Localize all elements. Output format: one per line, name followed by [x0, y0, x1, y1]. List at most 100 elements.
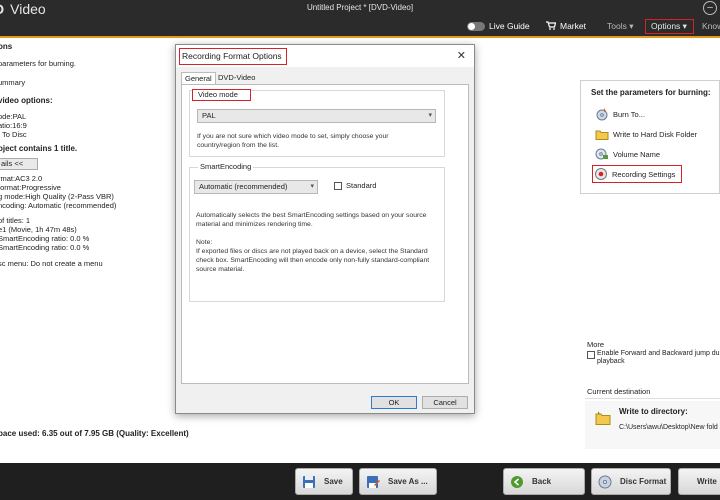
minimize-icon[interactable]: – — [703, 1, 717, 15]
video-mode-group: Video mode PAL ▾ If you are not sure whi… — [189, 89, 445, 157]
enable-jump-checkbox[interactable] — [587, 351, 595, 359]
summary-line: g mode:High Quality (2-Pass VBR) — [0, 192, 114, 201]
burn-to-link[interactable]: Burn To... — [595, 107, 645, 121]
video-mode-hint: If you are not sure which video mode to … — [197, 132, 389, 150]
burn-options-panel: Set the parameters for burning: Burn To.… — [575, 70, 720, 463]
save-icon — [302, 475, 316, 489]
save-as-button[interactable]: Save As ... — [359, 468, 437, 495]
general-tab-panel: Video mode PAL ▾ If you are not sure whi… — [181, 84, 469, 384]
current-destination-label: Current destination — [587, 387, 651, 396]
disc-icon — [598, 475, 612, 489]
summary-line: format:Progressive — [0, 183, 61, 192]
folder-icon — [595, 127, 609, 141]
note-label: Note: — [196, 239, 213, 246]
space-used-text: pace used: 6.35 out of 7.95 GB (Quality:… — [0, 429, 189, 438]
summary-line: of titles: 1 — [0, 216, 31, 225]
video-mode-legend: Video mode — [192, 89, 251, 101]
bottom-toolbar: Save Save As ... Back Disc Format Write — [0, 463, 720, 500]
project-title: Untitled Project * [DVD-Video] — [306, 3, 414, 12]
smart-encoding-description: Automatically selects the best SmartEnco… — [196, 211, 426, 229]
toggle-icon — [467, 21, 485, 31]
burn-parameters-box: Set the parameters for burning: Burn To.… — [580, 80, 720, 194]
back-label: Back — [532, 477, 552, 486]
disc-label-icon — [595, 147, 609, 161]
live-guide-label: Live Guide — [489, 21, 530, 31]
directory-path: C:\Users\awu\Desktop\New fold — [619, 424, 718, 431]
disc-format-button[interactable]: Disc Format — [591, 468, 671, 495]
volume-name-link[interactable]: Volume Name — [595, 147, 660, 161]
summary-line: rmat:AC3 2.0 — [0, 174, 43, 183]
summary-line: e1 (Movie, 1h 47m 48s) — [0, 225, 77, 234]
destination-divider — [585, 398, 720, 399]
standard-label: Standard — [346, 181, 377, 190]
summary-line: ode:PAL — [0, 112, 27, 121]
back-arrow-icon — [510, 475, 524, 489]
back-button[interactable]: Back — [503, 468, 585, 495]
video-mode-value: PAL — [202, 111, 216, 120]
note-line: If exported files or discs are not playe… — [196, 248, 428, 255]
recording-settings-icon — [594, 167, 608, 181]
dialog-title: Recording Format Options — [179, 48, 287, 65]
write-button[interactable]: Write — [678, 468, 720, 495]
summary-line: SmartEncoding ratio: 0.0 % — [0, 234, 90, 243]
cart-icon — [546, 20, 557, 32]
options-menu[interactable]: Options ▾ — [645, 18, 694, 34]
save-label: Save — [324, 477, 343, 486]
enable-jump-label: Enable Forward and Backward jump duri pl… — [597, 350, 720, 366]
ok-button[interactable]: OK — [371, 396, 417, 409]
smart-encoding-legend: SmartEncoding — [198, 162, 254, 171]
note-line: source material. — [196, 266, 245, 273]
hint-line: If you are not sure which video mode to … — [197, 133, 389, 140]
write-to-hdd-link[interactable]: Write to Hard Disk Folder — [595, 127, 697, 141]
tools-menu[interactable]: Tools ▾ — [607, 18, 633, 34]
summary-line: parameters for burning. — [0, 59, 76, 68]
summary-line: ummary — [0, 78, 26, 87]
standard-checkbox[interactable] — [334, 182, 342, 190]
write-to-hdd-label: Write to Hard Disk Folder — [613, 129, 698, 139]
recording-format-options-dialog: Recording Format Options ✕ General DVD-V… — [175, 44, 475, 414]
summary-line: ncoding: Automatic (recommended) — [0, 201, 117, 210]
disc-format-label: Disc Format — [620, 477, 667, 486]
save-as-label: Save As ... — [388, 477, 428, 486]
write-to-directory-title: Write to directory: — [619, 407, 688, 416]
burn-to-label: Burn To... — [613, 109, 645, 119]
tab-dvd-video[interactable]: DVD-Video — [215, 72, 258, 84]
burn-disc-icon — [595, 107, 609, 121]
title-bar: DVideo Untitled Project * [DVD-Video] – … — [0, 0, 720, 38]
video-mode-select[interactable]: PAL ▾ — [197, 109, 436, 123]
enable-jump-line: playback — [597, 358, 625, 365]
description-line: material and minimizes rendering time. — [196, 221, 313, 228]
description-line: Automatically selects the best SmartEnco… — [196, 212, 427, 219]
recording-settings-label: Recording Settings — [612, 169, 676, 179]
write-label: Write — [697, 477, 717, 486]
smart-encoding-group: SmartEncoding Automatic (recommended) ▾ … — [189, 162, 445, 302]
enable-jump-line: Enable Forward and Backward jump duri — [597, 350, 720, 357]
market-button[interactable]: Market — [546, 18, 586, 34]
chevron-down-icon: ▾ — [428, 112, 432, 119]
close-icon[interactable]: ✕ — [457, 49, 466, 62]
summary-line: oject contains 1 title. — [0, 144, 78, 153]
volume-name-label: Volume Name — [613, 149, 661, 159]
summary-line: SmartEncoding ratio: 0.0 % — [0, 243, 90, 252]
cancel-button[interactable]: Cancel — [422, 396, 468, 409]
burn-parameters-heading: Set the parameters for burning: — [591, 88, 711, 97]
smart-encoding-value: Automatic (recommended) — [199, 182, 288, 191]
summary-line: t To Disc — [0, 130, 27, 139]
smart-encoding-select[interactable]: Automatic (recommended) ▾ — [194, 180, 318, 194]
smart-encoding-note: Note: If exported files or discs are not… — [196, 238, 429, 274]
recording-settings-link[interactable]: Recording Settings — [592, 165, 683, 183]
live-guide-toggle[interactable]: Live Guide — [467, 18, 530, 34]
summary-line: video options: — [0, 96, 53, 105]
options-menu-label: Options ▾ — [645, 18, 694, 34]
dialog-titlebar: Recording Format Options ✕ — [176, 45, 474, 67]
summary-line: sc menu: Do not create a menu — [0, 259, 103, 268]
details-toggle-button[interactable]: ails << — [0, 158, 38, 170]
more-label: More — [587, 340, 605, 349]
knowledge-menu[interactable]: Know — [702, 18, 720, 34]
market-label: Market — [560, 21, 586, 31]
note-line: check box. SmartEncoding will then encod… — [196, 257, 430, 264]
recording-settings-highlight: Recording Settings — [592, 165, 683, 183]
summary-line: atio:16:9 — [0, 121, 27, 130]
summary-line: ons — [0, 42, 13, 51]
save-button[interactable]: Save — [295, 468, 353, 495]
